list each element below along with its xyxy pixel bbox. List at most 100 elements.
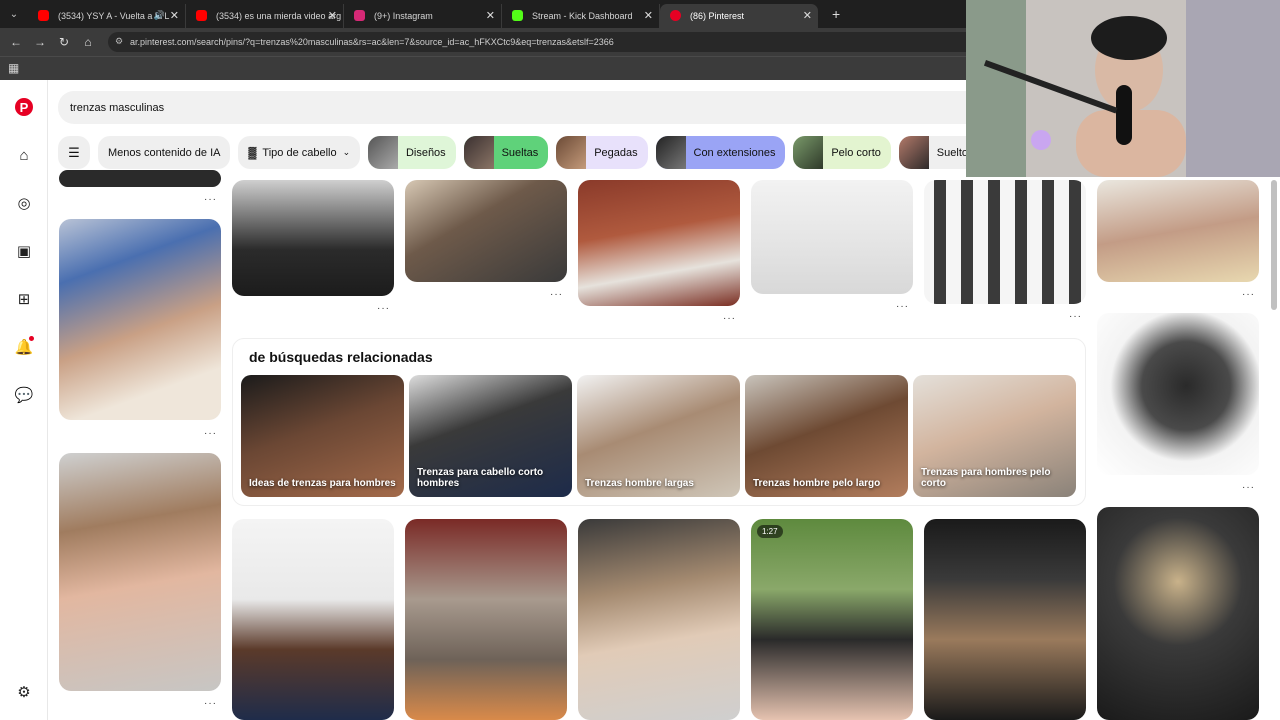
youtube-favicon-icon bbox=[38, 10, 49, 21]
chip-label: Con extensiones bbox=[693, 146, 776, 159]
settings-gear-icon[interactable]: ⚙ bbox=[12, 680, 36, 704]
chip-label: Pelo corto bbox=[831, 146, 881, 159]
browser-tab[interactable]: (3534) YSY A - Vuelta a la L 🔊 ✕ bbox=[28, 4, 186, 28]
pin-more-icon[interactable]: ··· bbox=[204, 698, 217, 709]
page-scrollbar[interactable] bbox=[1271, 180, 1277, 310]
apps-grid-icon[interactable]: ▦ bbox=[8, 61, 19, 75]
chip-label: Tipo de cabello bbox=[262, 146, 337, 159]
reload-icon[interactable]: ↻ bbox=[52, 35, 76, 49]
search-input[interactable]: trenzas masculinas bbox=[58, 91, 1058, 124]
related-search-card[interactable]: Trenzas hombre largas bbox=[577, 375, 740, 497]
related-search-label: Trenzas para hombres pelo corto bbox=[921, 467, 1051, 489]
related-search-label: Trenzas para cabello corto hombres bbox=[417, 467, 544, 489]
pin-image[interactable] bbox=[232, 519, 394, 720]
pin-image[interactable] bbox=[232, 180, 394, 296]
boards-icon[interactable]: ▣ bbox=[12, 239, 36, 263]
close-tab-icon[interactable]: ✕ bbox=[803, 9, 812, 22]
chip-thumbnail bbox=[463, 136, 494, 169]
chip-label: Sueltas bbox=[501, 146, 539, 159]
notification-dot bbox=[29, 336, 34, 341]
tab-title: (86) Pinterest bbox=[690, 11, 745, 21]
chip-thumbnail bbox=[368, 136, 398, 169]
chip-label: Diseños bbox=[405, 146, 446, 159]
chip-pelo-corto[interactable]: Pelo corto bbox=[793, 136, 891, 169]
chevron-down-icon: ⌄ bbox=[342, 147, 351, 157]
home-icon[interactable]: ⌂ bbox=[12, 143, 36, 167]
chip-thumbnail bbox=[793, 136, 824, 169]
pin-image[interactable] bbox=[59, 219, 221, 420]
back-icon[interactable]: ← bbox=[4, 35, 28, 49]
related-search-label: Trenzas hombre pelo largo bbox=[753, 478, 881, 489]
site-info-icon[interactable]: ⚙ bbox=[115, 36, 123, 47]
chip-sueltas[interactable]: Sueltas bbox=[463, 136, 549, 169]
create-plus-icon[interactable]: ⊞ bbox=[12, 287, 36, 311]
pin-image[interactable] bbox=[751, 180, 913, 294]
related-search-card[interactable]: Trenzas para hombres pelo corto bbox=[913, 375, 1076, 497]
chip-label: Suelto bbox=[936, 146, 968, 159]
related-search-card[interactable]: Trenzas para cabello corto hombres bbox=[409, 375, 572, 497]
browser-tab[interactable]: (3534) es una mierda video arg ✕ bbox=[186, 4, 344, 28]
related-search-card[interactable]: Trenzas hombre pelo largo bbox=[745, 375, 908, 497]
related-search-card[interactable]: Ideas de trenzas para hombres bbox=[241, 375, 404, 497]
notifications-bell-icon[interactable]: 🔔 bbox=[12, 335, 36, 359]
pin-more-icon[interactable]: ··· bbox=[377, 303, 390, 314]
pin-video[interactable]: 1:27 bbox=[751, 519, 913, 720]
pin-more-icon[interactable]: ··· bbox=[723, 313, 736, 324]
chip-label: Menos contenido de IA bbox=[107, 146, 221, 159]
tab-search-icon[interactable]: ⌄ bbox=[0, 0, 28, 28]
close-tab-icon[interactable]: ✕ bbox=[170, 9, 179, 22]
chip-hair-type[interactable]: ▓ Tipo de cabello ⌄ bbox=[238, 136, 361, 169]
new-tab-icon[interactable]: + bbox=[832, 6, 840, 22]
hair-pattern-icon: ▓ bbox=[248, 146, 257, 159]
related-search-label: Ideas de trenzas para hombres bbox=[249, 478, 396, 489]
explore-compass-icon[interactable]: ◎ bbox=[12, 191, 36, 215]
chip-pegadas[interactable]: Pegadas bbox=[556, 136, 648, 169]
close-tab-icon[interactable]: ✕ bbox=[486, 9, 495, 22]
search-query-text: trenzas masculinas bbox=[70, 101, 165, 114]
close-tab-icon[interactable]: ✕ bbox=[328, 9, 337, 22]
pin-more-icon[interactable]: ··· bbox=[896, 301, 909, 312]
pin-more-icon[interactable]: ··· bbox=[1242, 482, 1255, 493]
pin-more-icon[interactable]: ··· bbox=[204, 428, 217, 439]
pin-more-icon[interactable]: ··· bbox=[1069, 311, 1082, 322]
video-duration-badge: 1:27 bbox=[757, 525, 783, 538]
pin-image[interactable] bbox=[1097, 313, 1259, 475]
pin-image[interactable] bbox=[578, 519, 740, 720]
kick-favicon-icon bbox=[512, 10, 523, 21]
filters-icon[interactable]: ☰ bbox=[58, 136, 90, 169]
webcam-overlay bbox=[966, 0, 1280, 177]
messages-icon[interactable]: 💬 bbox=[12, 383, 36, 407]
pin-image[interactable] bbox=[924, 519, 1086, 720]
related-search-label: Trenzas hombre largas bbox=[585, 478, 694, 489]
pin-image[interactable] bbox=[59, 170, 221, 187]
browser-tab[interactable]: (9+) Instagram ✕ bbox=[344, 4, 502, 28]
pin-image[interactable] bbox=[924, 180, 1086, 304]
tab-title: (9+) Instagram bbox=[374, 11, 433, 21]
pin-image[interactable] bbox=[1097, 507, 1259, 720]
pin-image[interactable] bbox=[578, 180, 740, 306]
tab-title: Stream - Kick Dashboard bbox=[532, 11, 633, 21]
pin-image[interactable] bbox=[405, 180, 567, 282]
chip-con-extensiones[interactable]: Con extensiones bbox=[655, 136, 786, 169]
pin-more-icon[interactable]: ··· bbox=[1242, 289, 1255, 300]
pin-more-icon[interactable]: ··· bbox=[204, 194, 217, 205]
browser-tab-active[interactable]: (86) Pinterest ✕ bbox=[660, 4, 818, 28]
chip-disenos[interactable]: Diseños bbox=[368, 136, 456, 169]
pin-image[interactable] bbox=[59, 453, 221, 691]
pin-image[interactable] bbox=[405, 519, 567, 720]
instagram-favicon-icon bbox=[354, 10, 365, 21]
pinterest-logo-icon[interactable]: P bbox=[15, 98, 33, 116]
forward-icon[interactable]: → bbox=[28, 35, 52, 49]
browser-tab[interactable]: Stream - Kick Dashboard ✕ bbox=[502, 4, 660, 28]
pin-more-icon[interactable]: ··· bbox=[550, 289, 563, 300]
tab-title: (3534) YSY A - Vuelta a la L bbox=[58, 11, 170, 21]
related-searches-title: de búsquedas relacionadas bbox=[249, 349, 433, 365]
chip-thumbnail bbox=[556, 136, 587, 169]
pinterest-sidebar: P ⌂ ◎ ▣ ⊞ 🔔 💬 ⚙ bbox=[0, 80, 48, 720]
pin-image[interactable] bbox=[1097, 180, 1259, 282]
speaker-icon[interactable]: 🔊 bbox=[154, 10, 165, 21]
chip-less-ai[interactable]: Menos contenido de IA bbox=[97, 136, 231, 169]
close-tab-icon[interactable]: ✕ bbox=[644, 9, 653, 22]
home-icon[interactable]: ⌂ bbox=[76, 35, 100, 49]
chip-thumbnail bbox=[898, 136, 929, 169]
